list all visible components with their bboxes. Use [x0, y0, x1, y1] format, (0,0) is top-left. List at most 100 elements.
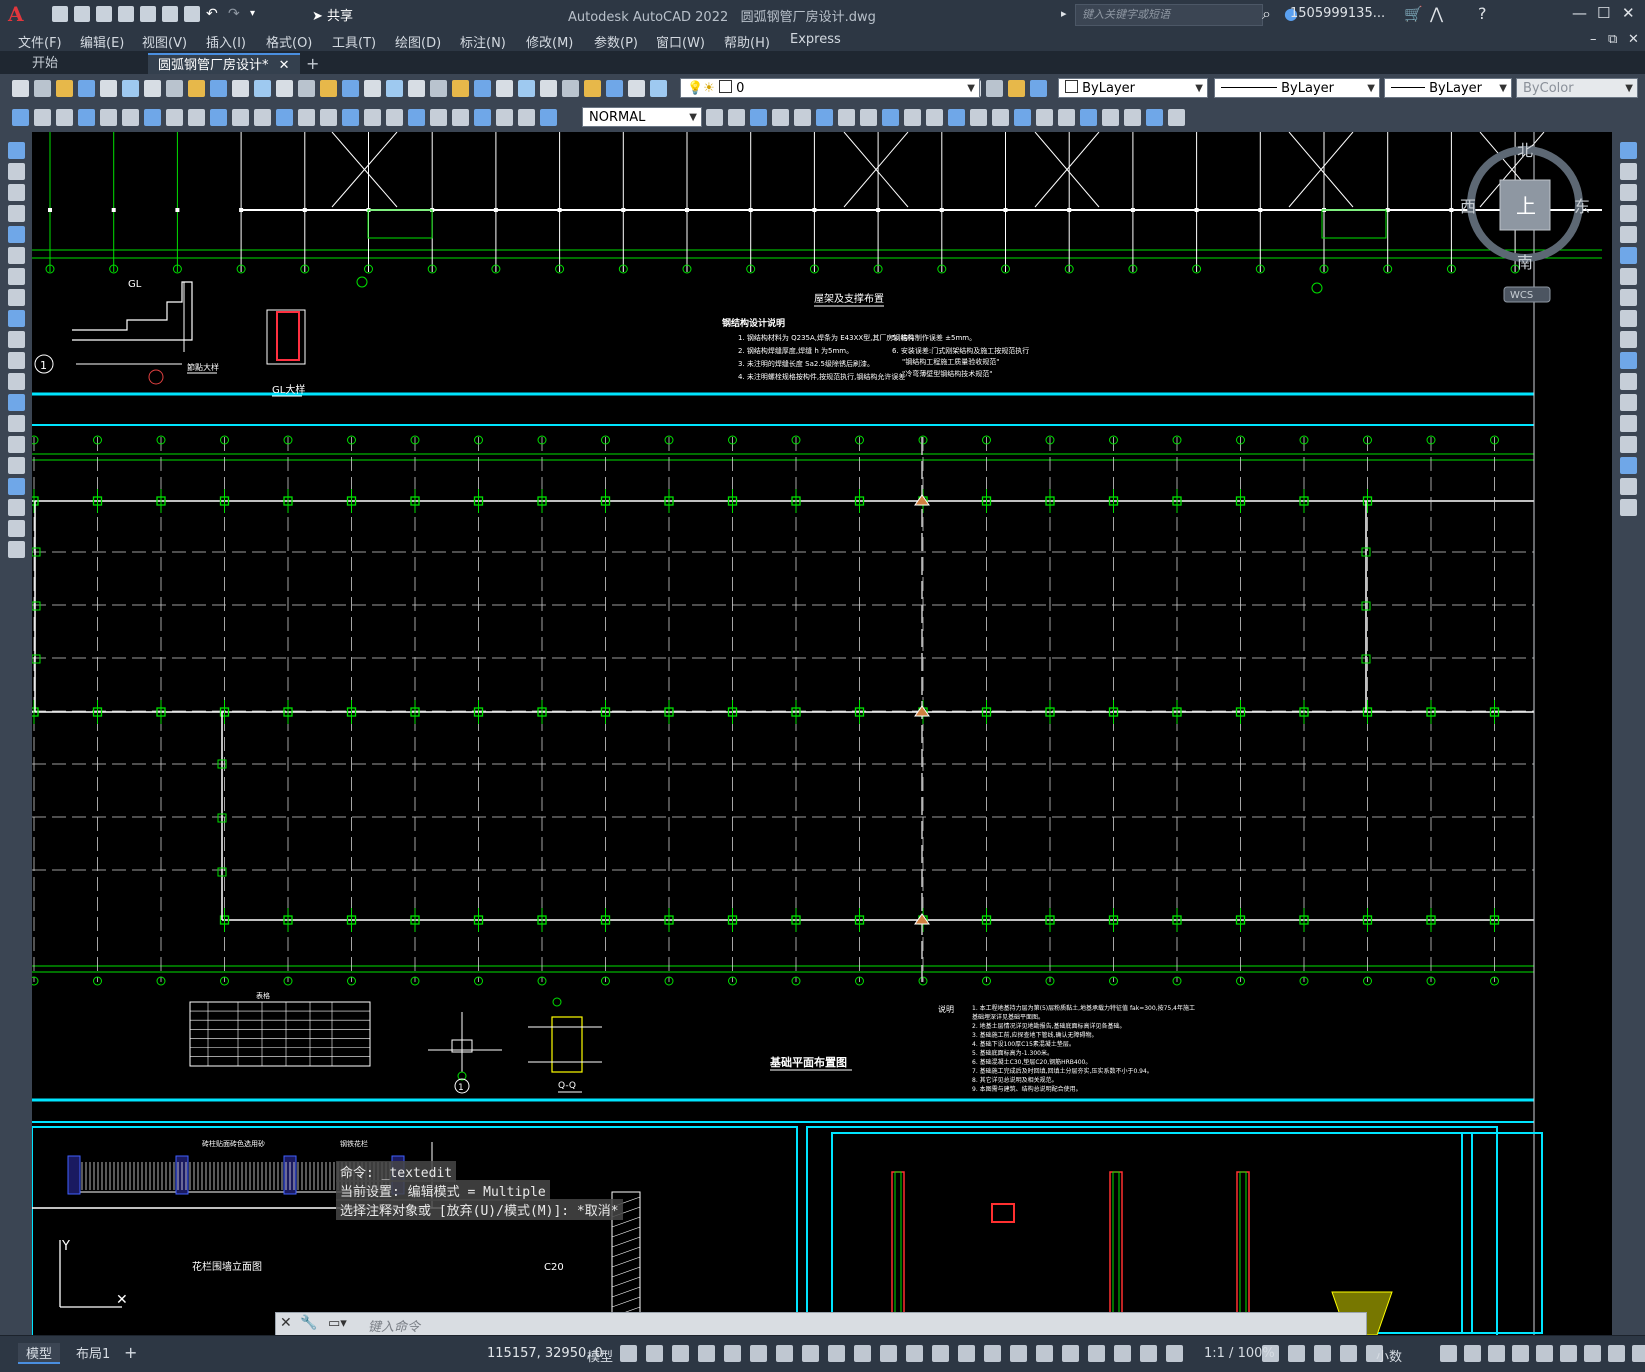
menu-window[interactable]: 窗口(W) [656, 32, 705, 51]
standard-tool-icon[interactable] [1008, 80, 1025, 97]
save-web-icon[interactable] [162, 6, 178, 22]
doc-restore-icon[interactable]: ⧉ [1608, 32, 1617, 47]
status-toggle-icon[interactable] [724, 1345, 741, 1362]
plot-icon[interactable] [184, 6, 200, 22]
menu-parametric[interactable]: 参数(P) [594, 32, 638, 51]
modify-tool-icon[interactable] [1620, 163, 1637, 180]
save-as-icon[interactable] [118, 6, 134, 22]
status-tool-icon[interactable] [1608, 1345, 1625, 1362]
linetype-dropdown[interactable]: ByLayer ▼ [1214, 78, 1380, 98]
draw-tool-icon[interactable] [254, 109, 271, 126]
close-icon[interactable]: ✕ [1622, 4, 1635, 22]
draw-tool-icon[interactable] [8, 541, 25, 558]
draw-tool-icon[interactable] [8, 163, 25, 180]
status-toggle-icon[interactable] [698, 1345, 715, 1362]
user-name[interactable]: 1505999135... [1290, 6, 1385, 21]
standard-tool-icon[interactable] [628, 80, 645, 97]
draw-tool-icon[interactable] [948, 109, 965, 126]
status-toggle-icon[interactable] [776, 1345, 793, 1362]
units-dropdown[interactable]: 小数 [1376, 1346, 1402, 1365]
draw-tool-icon[interactable] [8, 268, 25, 285]
modify-tool-icon[interactable] [1620, 457, 1637, 474]
standard-tool-icon[interactable] [496, 80, 513, 97]
draw-tool-icon[interactable] [8, 373, 25, 390]
minimize-icon[interactable]: — [1572, 4, 1587, 22]
draw-tool-icon[interactable] [8, 394, 25, 411]
status-tool-icon[interactable] [1440, 1345, 1457, 1362]
annotation-scale[interactable]: 1:1 / 100% [1204, 1346, 1275, 1361]
draw-tool-icon[interactable] [56, 109, 73, 126]
standard-tool-icon[interactable] [518, 80, 535, 97]
modify-tool-icon[interactable] [1620, 415, 1637, 432]
draw-tool-icon[interactable] [816, 109, 833, 126]
modify-tool-icon[interactable] [1620, 226, 1637, 243]
status-toggle-icon[interactable] [1088, 1345, 1105, 1362]
draw-tool-icon[interactable] [34, 109, 51, 126]
status-toggle-icon[interactable] [1114, 1345, 1131, 1362]
search-expand-icon[interactable]: ▸ [1061, 7, 1067, 20]
cart-icon[interactable]: 🛒 [1404, 5, 1423, 23]
standard-tool-icon[interactable] [298, 80, 315, 97]
draw-tool-icon[interactable] [232, 109, 249, 126]
menu-help[interactable]: 帮助(H) [724, 32, 770, 51]
status-toggle-icon[interactable] [750, 1345, 767, 1362]
status-toggle-icon[interactable] [1166, 1345, 1183, 1362]
modify-tool-icon[interactable] [1620, 499, 1637, 516]
standard-tool-icon[interactable] [540, 80, 557, 97]
draw-tool-icon[interactable] [8, 289, 25, 306]
draw-tool-icon[interactable] [1058, 109, 1075, 126]
menu-edit[interactable]: 编辑(E) [80, 32, 124, 51]
standard-tool-icon[interactable] [342, 80, 359, 97]
draw-tool-icon[interactable] [1014, 109, 1031, 126]
status-toggle-icon[interactable] [932, 1345, 949, 1362]
layer-dropdown[interactable]: 💡☀ 0 ▼ [680, 78, 980, 98]
standard-tool-icon[interactable] [386, 80, 403, 97]
draw-tool-icon[interactable] [298, 109, 315, 126]
doc-minimize-icon[interactable]: – [1590, 32, 1597, 47]
modify-tool-icon[interactable] [1620, 205, 1637, 222]
close-cmd-icon[interactable]: ✕ [280, 1315, 292, 1331]
status-toggle-icon[interactable] [620, 1345, 637, 1362]
draw-tool-icon[interactable] [364, 109, 381, 126]
standard-tool-icon[interactable] [78, 80, 95, 97]
add-layout-icon[interactable]: + [124, 1343, 137, 1362]
standard-tool-icon[interactable] [254, 80, 271, 97]
standard-tool-icon[interactable] [452, 80, 469, 97]
standard-tool-icon[interactable] [584, 80, 601, 97]
status-toggle-icon[interactable] [906, 1345, 923, 1362]
modify-tool-icon[interactable] [1620, 478, 1637, 495]
menu-draw[interactable]: 绘图(D) [395, 32, 441, 51]
draw-tool-icon[interactable] [8, 352, 25, 369]
modify-tool-icon[interactable] [1620, 436, 1637, 453]
draw-tool-icon[interactable] [8, 184, 25, 201]
status-toggle-icon[interactable] [854, 1345, 871, 1362]
draw-tool-icon[interactable] [386, 109, 403, 126]
customize-chevron-icon[interactable]: ▾ [250, 6, 266, 22]
tab-close-icon[interactable]: ✕ [279, 58, 290, 73]
tab-model[interactable]: 模型 [18, 1343, 61, 1364]
status-tool-icon[interactable] [1536, 1345, 1553, 1362]
draw-tool-icon[interactable] [188, 109, 205, 126]
status-toggle-icon[interactable] [828, 1345, 845, 1362]
draw-tool-icon[interactable] [12, 109, 29, 126]
standard-tool-icon[interactable] [364, 80, 381, 97]
status-tool-icon[interactable] [1488, 1345, 1505, 1362]
menu-view[interactable]: 视图(V) [142, 32, 187, 51]
command-input[interactable]: 键入命令 [368, 1316, 420, 1335]
status-tool-icon[interactable] [1314, 1345, 1331, 1362]
prompt-icon[interactable]: ▭▾ [328, 1316, 347, 1331]
draw-tool-icon[interactable] [794, 109, 811, 126]
draw-tool-icon[interactable] [100, 109, 117, 126]
plotstyle-dropdown[interactable]: ByColor ▼ [1516, 78, 1638, 98]
status-tool-icon[interactable] [1512, 1345, 1529, 1362]
draw-tool-icon[interactable] [8, 457, 25, 474]
draw-tool-icon[interactable] [1124, 109, 1141, 126]
draw-tool-icon[interactable] [496, 109, 513, 126]
doc-close-icon[interactable]: ✕ [1628, 32, 1639, 47]
draw-tool-icon[interactable] [78, 109, 95, 126]
draw-tool-icon[interactable] [144, 109, 161, 126]
modify-tool-icon[interactable] [1620, 373, 1637, 390]
menu-modify[interactable]: 修改(M) [526, 32, 573, 51]
standard-tool-icon[interactable] [276, 80, 293, 97]
status-tool-icon[interactable] [1560, 1345, 1577, 1362]
